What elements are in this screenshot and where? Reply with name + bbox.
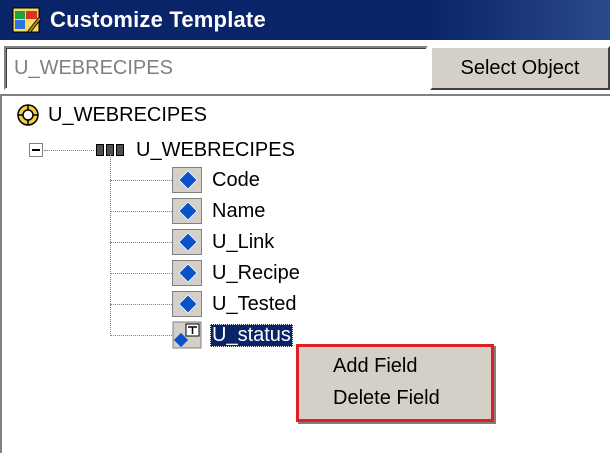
- menu-item-delete-field[interactable]: Delete Field: [333, 387, 440, 410]
- tree-field-code[interactable]: Code: [172, 165, 262, 195]
- tree-field-name[interactable]: Name: [172, 196, 267, 226]
- tree-field-u-tested[interactable]: U_Tested: [172, 289, 299, 319]
- customize-template-icon: [12, 5, 42, 35]
- object-selector-row: Select Object: [0, 46, 610, 90]
- tree-root-label: U_WEBRECIPES: [48, 103, 207, 126]
- field-icon: [172, 198, 202, 224]
- select-object-button[interactable]: Select Object: [430, 46, 610, 90]
- tree-table-label: U_WEBRECIPES: [136, 138, 295, 161]
- field-icon: [172, 260, 202, 286]
- tree-field-u-status[interactable]: U_status: [172, 320, 293, 350]
- table-icon: [96, 144, 126, 156]
- tree-field-u-recipe[interactable]: U_Recipe: [172, 258, 302, 288]
- field-icon: [172, 291, 202, 317]
- tree-table-node[interactable]: U_WEBRECIPES: [96, 135, 297, 165]
- database-icon: [17, 104, 39, 126]
- field-label: U_Tested: [212, 292, 297, 315]
- object-name-field[interactable]: [4, 46, 428, 90]
- field-icon: [172, 229, 202, 255]
- field-label: U_Link: [212, 230, 275, 253]
- field-label: U_Recipe: [212, 261, 300, 284]
- title-bar: Customize Template: [0, 0, 610, 40]
- field-label: Code: [212, 168, 260, 191]
- tree-root-node[interactable]: U_WEBRECIPES: [16, 100, 207, 130]
- field-label-selected: U_status: [210, 323, 293, 347]
- field-icon: [172, 167, 202, 193]
- menu-item-add-field[interactable]: Add Field: [333, 355, 418, 378]
- context-menu: Add Field Delete Field: [296, 344, 494, 422]
- text-field-icon: [172, 321, 202, 349]
- collapse-toggle[interactable]: [29, 143, 43, 157]
- tree-field-u-link[interactable]: U_Link: [172, 227, 276, 257]
- field-label: Name: [212, 199, 266, 222]
- window-title: Customize Template: [50, 7, 266, 32]
